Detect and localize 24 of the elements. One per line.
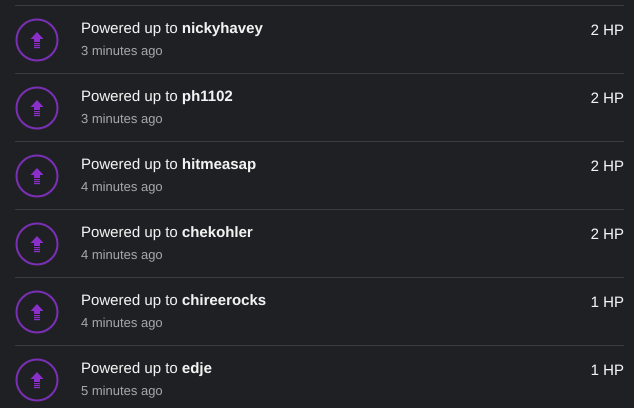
activity-title: Powered up to hitmeasap: [81, 155, 258, 175]
power-amount: 2 HP: [590, 225, 624, 245]
power-amount: 1 HP: [590, 293, 624, 313]
power-up-icon: [15, 86, 59, 130]
activity-time: 3 minutes ago: [81, 110, 164, 128]
power-amount: 1 HP: [590, 361, 624, 381]
power-up-icon: [15, 358, 59, 402]
activity-time: 4 minutes ago: [81, 178, 164, 196]
power-amount: 2 HP: [590, 157, 624, 177]
power-up-icon: [15, 18, 59, 62]
activity-title: Powered up to chekohler: [81, 223, 254, 243]
power-up-icon: [15, 222, 59, 266]
activity-title: Powered up to chireerocks: [81, 291, 268, 311]
activity-time: 4 minutes ago: [81, 246, 164, 264]
power-up-icon: [15, 290, 59, 334]
activity-title: Powered up to nickyhavey: [81, 19, 264, 39]
activity-time: 5 minutes ago: [81, 382, 164, 400]
power-amount: 2 HP: [590, 89, 624, 109]
power-amount: 2 HP: [590, 21, 624, 41]
activity-time: 4 minutes ago: [81, 314, 164, 332]
activity-title: Powered up to edje: [81, 359, 213, 379]
power-up-icon: [15, 154, 59, 198]
activity-time: 3 minutes ago: [81, 42, 164, 60]
activity-title: Powered up to ph1102: [81, 87, 234, 107]
